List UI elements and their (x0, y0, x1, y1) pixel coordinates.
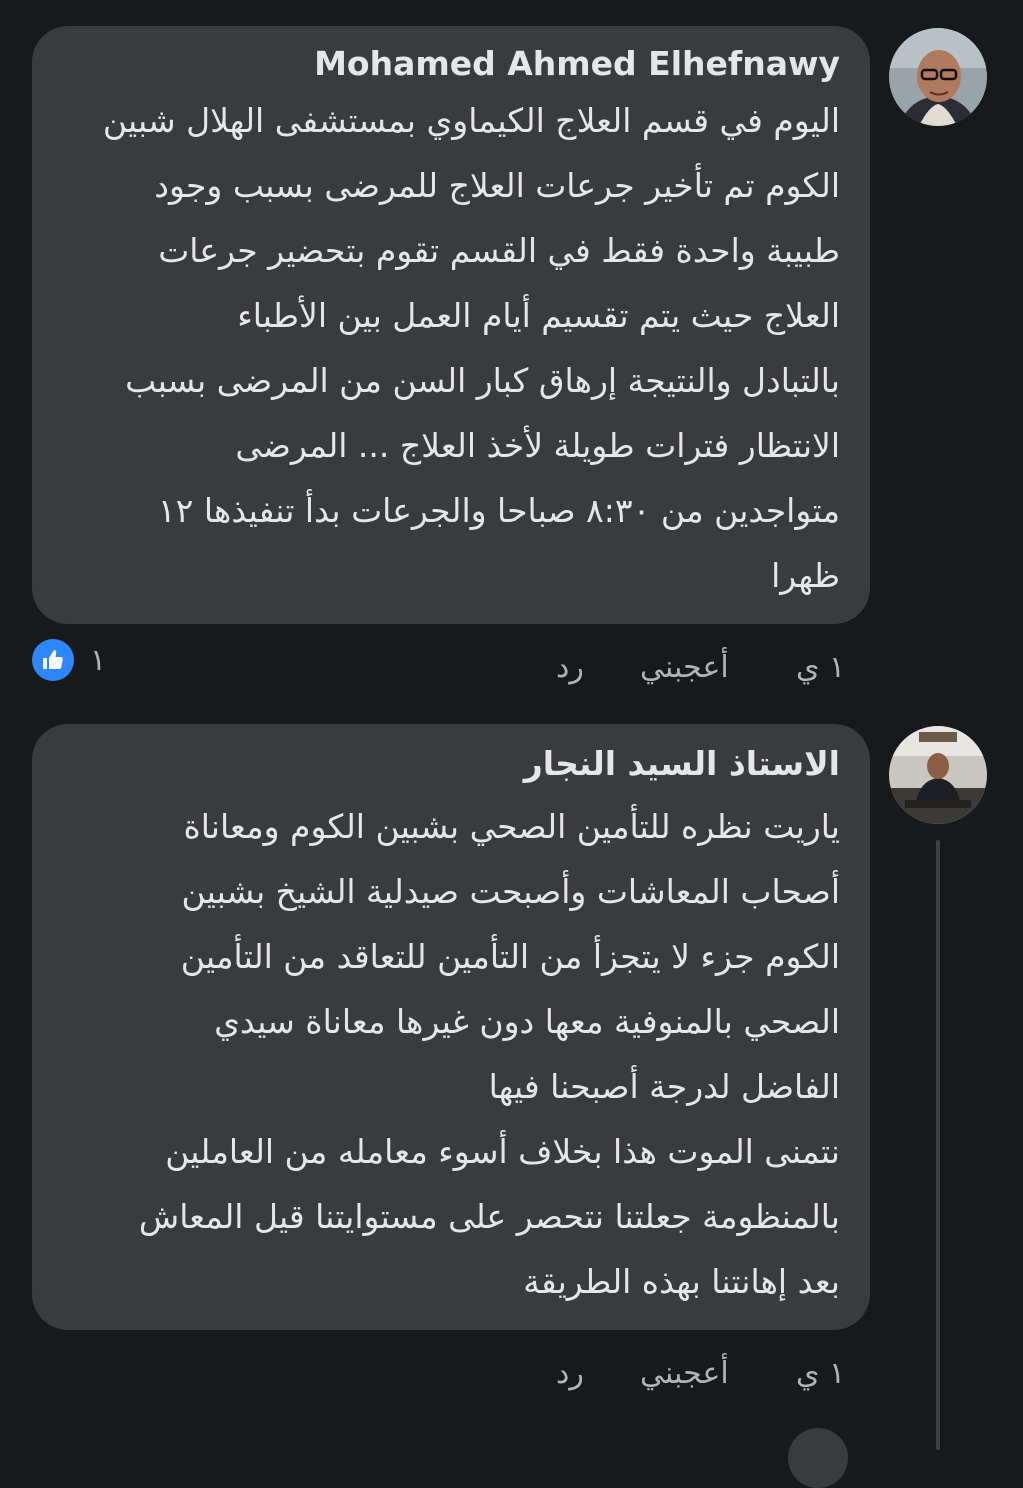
comment-bubble: Mohamed Ahmed Elhefnawy اليوم في قسم الع… (32, 26, 870, 624)
like-button[interactable]: أعجبني (640, 650, 729, 685)
comment-bubble: الاستاذ السيد النجار ياريت نظره للتأمين … (32, 724, 870, 1330)
comment-time[interactable]: ١ ي (796, 1356, 845, 1391)
reply-button[interactable]: رد (556, 650, 584, 685)
avatar[interactable] (889, 28, 987, 126)
avatar[interactable] (889, 726, 987, 824)
comment-text: ياريت نظره للتأمين الصحي بشبين الكوم ومع… (139, 794, 840, 1314)
comment-line: الانتظار فترات طويلة لأخذ العلاج ... الم… (235, 426, 840, 465)
comment-author[interactable]: الاستاذ السيد النجار (524, 744, 840, 783)
reply-button[interactable]: رد (556, 1356, 584, 1391)
comment-line: الكوم جزء لا يتجزأ من التأمين للتعاقد من… (180, 937, 840, 976)
thread-line (936, 840, 940, 1450)
comment-line: ظهرا (771, 556, 840, 595)
reaction-summary[interactable]: ١ (32, 638, 106, 682)
comment-line: الفاضل لدرجة أصبحنا فيها (488, 1067, 840, 1106)
like-button[interactable]: أعجبني (640, 1356, 729, 1391)
comment-line: الصحي بالمنوفية معها دون غيرها معاناة سي… (214, 1002, 840, 1041)
reaction-count: ١ (90, 642, 107, 678)
comment-line: الكوم تم تأخير جرعات العلاج للمرضى بسبب … (154, 166, 840, 205)
comment-line: العلاج حيث يتم تقسيم أيام العمل بين الأط… (237, 296, 840, 335)
comment-line: متواجدين من ٨:٣٠ صباحا والجرعات بدأ تنفي… (157, 491, 840, 530)
comment-line: اليوم في قسم العلاج الكيماوي بمستشفى اله… (102, 101, 840, 140)
comment-line: أصحاب المعاشات وأصبحت صيدلية الشيخ بشبين (181, 872, 841, 911)
comment-author[interactable]: Mohamed Ahmed Elhefnawy (314, 44, 840, 83)
comment-line: بالمنظومة جعلتنا نتحصر على مستوايتنا قيل… (138, 1197, 840, 1236)
comment-line: طبيبة واحدة فقط في القسم تقوم بتحضير جرع… (158, 231, 840, 270)
comment-line: ياريت نظره للتأمين الصحي بشبين الكوم ومع… (183, 807, 840, 846)
comment-text: اليوم في قسم العلاج الكيماوي بمستشفى اله… (103, 88, 840, 608)
like-icon (32, 639, 74, 681)
comment-time[interactable]: ١ ي (796, 650, 845, 685)
comment-line: بالتبادل والنتيجة إرهاق كبار السن من الم… (125, 361, 840, 400)
comment-line: بعد إهانتنا بهذه الطريقة (523, 1262, 840, 1301)
comment-line: نتمنى الموت هذا بخلاف أسوء معامله من الع… (165, 1132, 840, 1171)
avatar[interactable] (788, 1428, 848, 1488)
